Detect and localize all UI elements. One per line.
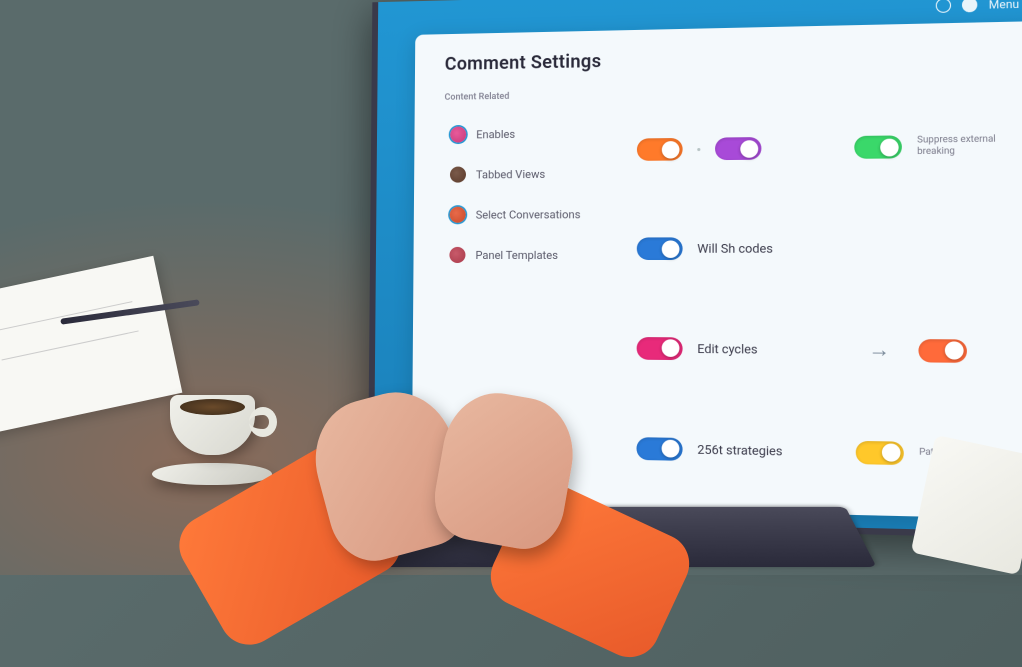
coffee-cup-prop: [170, 395, 280, 475]
keyboard-prop: [363, 507, 876, 567]
setting-row-2-right: [855, 207, 1016, 291]
avatar-icon: [450, 126, 466, 142]
sidebar-item-label: Select Conversations: [476, 208, 581, 222]
arrow-right-icon: →: [868, 337, 890, 364]
setting-row-1-left: [637, 108, 790, 190]
sidebar-item-label: Panel Templates: [475, 248, 558, 261]
toggle-orange[interactable]: [637, 138, 683, 161]
toggle-patient-variant[interactable]: [856, 440, 904, 464]
toggle-strategies[interactable]: [636, 437, 682, 461]
avatar-icon: [449, 247, 465, 263]
toggle-orange-right[interactable]: [918, 339, 967, 363]
sidebar-item-label: Enables: [476, 127, 515, 141]
setting-row-1-right: Suppress external breaking: [854, 105, 1014, 189]
sidebar-item-tabbed-views[interactable]: Tabbed Views: [444, 155, 596, 193]
setting-row-3-left: Edit cycles: [637, 308, 791, 391]
toggle-label: Edit cycles: [697, 341, 757, 356]
monitor: Menu Comment Settings Content Related En…: [368, 0, 1022, 539]
status-icon-filled[interactable]: [962, 0, 977, 12]
sidebar-item-conversations[interactable]: Select Conversations: [444, 196, 596, 233]
toggle-purple[interactable]: [715, 137, 761, 160]
paper-prop: [0, 256, 182, 435]
toggle-sublabel: Suppress external breaking: [917, 134, 1014, 160]
toggle-will-sh-codes[interactable]: [637, 238, 683, 261]
sidebar-item-label: Tabbed Views: [476, 167, 545, 181]
divider-dot: [697, 148, 700, 151]
settings-panel: Comment Settings Content Related Enables…: [412, 21, 1022, 520]
toggle-label: 256t strategies: [697, 442, 782, 458]
sidebar-item-enables[interactable]: Enables: [444, 115, 596, 153]
sidebar-item-templates[interactable]: Panel Templates: [443, 237, 595, 274]
menu-label[interactable]: Menu: [989, 0, 1020, 11]
page-title: Comment Settings: [445, 43, 1013, 75]
settings-content: Suppress external breaking Will Sh codes: [636, 84, 1017, 498]
avatar-icon: [450, 207, 466, 223]
sidebar: Content Related Enables Tabbed Views Sel…: [442, 90, 596, 488]
toggle-edit-cycles[interactable]: [637, 337, 683, 360]
toggle-label: Will Sh codes: [697, 241, 773, 256]
status-icon-outline[interactable]: [936, 0, 951, 13]
setting-row-3-right: →: [855, 309, 1016, 394]
screen: Menu Comment Settings Content Related En…: [374, 0, 1022, 533]
toggle-suppress-external[interactable]: [854, 136, 902, 159]
avatar-icon: [450, 167, 466, 183]
setting-row-2-left: Will Sh codes: [637, 208, 791, 290]
setting-row-4-left: 256t strategies: [636, 407, 791, 492]
sidebar-heading: Content Related: [444, 90, 595, 102]
